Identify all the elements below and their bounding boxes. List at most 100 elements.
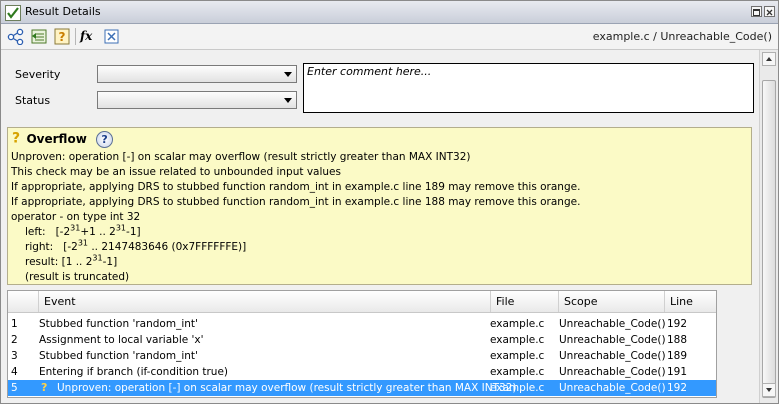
cell-line: 189 xyxy=(667,350,688,362)
status-dropdown[interactable] xyxy=(97,91,297,109)
table-row[interactable]: 2 Assignment to local variable 'x' examp… xyxy=(8,332,716,348)
cell-line: 191 xyxy=(667,366,688,378)
question-button[interactable]: ? xyxy=(53,28,71,45)
variable-icon xyxy=(104,29,119,44)
cell-num: 3 xyxy=(11,350,18,362)
table-row-selected[interactable]: 5 ? Unproven: operation [-] on scalar ma… xyxy=(8,380,716,396)
exponent: 31 xyxy=(92,253,103,263)
exponent: 31 xyxy=(115,223,127,233)
orange-check-icon: ? xyxy=(12,130,21,147)
title-bar: Result Details xyxy=(1,1,778,24)
cell-scope: Unreachable_Code() xyxy=(559,350,666,362)
range-part: -1] xyxy=(102,256,118,268)
table-header: Event File Scope Line xyxy=(8,291,716,313)
cell-scope: Unreachable_Code() xyxy=(559,334,666,346)
severity-label: Severity xyxy=(15,68,61,81)
table-row[interactable]: 4 Entering if branch (if-condition true)… xyxy=(8,364,716,380)
cell-file: example.c xyxy=(490,350,545,362)
cell-event: Entering if branch (if-condition true) xyxy=(39,366,228,378)
cell-file: example.c xyxy=(490,318,545,330)
checkmark-app-icon xyxy=(5,5,21,21)
cell-file: example.c xyxy=(490,366,545,378)
severity-dropdown[interactable] xyxy=(97,65,297,83)
cell-file: example.c xyxy=(490,382,545,394)
cell-num: 4 xyxy=(11,366,18,378)
fx-button[interactable]: fx xyxy=(80,28,98,45)
question-icon: ? xyxy=(54,28,70,45)
range-part: .. 2147483646 (0x7FFFFFFE)] xyxy=(88,241,247,253)
right-label: right: xyxy=(25,241,54,253)
left-label: left: xyxy=(25,226,46,238)
range-part: [-2 xyxy=(55,226,71,238)
cell-event: Assignment to local variable 'x' xyxy=(39,334,204,346)
check-message: Unproven: operation [-] on scalar may ov… xyxy=(11,150,580,285)
table-row[interactable]: 3 Stubbed function 'random_int' example.… xyxy=(8,348,716,364)
variable-button[interactable] xyxy=(103,28,121,45)
chevron-down-icon xyxy=(284,72,292,77)
status-label: Status xyxy=(15,94,51,107)
file-scope-path: example.c / Unreachable_Code() xyxy=(592,30,772,43)
cell-line: 192 xyxy=(667,318,688,330)
graph-button[interactable] xyxy=(7,28,25,46)
range-part: [1 .. 2 xyxy=(61,256,93,268)
chevron-down-icon xyxy=(284,98,292,103)
cell-num: 1 xyxy=(11,318,18,330)
left-operand-range: left: [-231+1 .. 231-1] xyxy=(11,223,580,240)
cell-event: Unproven: operation [-] on scalar may ov… xyxy=(57,382,517,394)
arrow-down-icon xyxy=(766,388,772,392)
check-details-panel: ? Overflow ? Unproven: operation [-] on … xyxy=(7,127,752,285)
column-header-file[interactable]: File xyxy=(490,291,558,312)
fx-icon: fx xyxy=(80,29,93,43)
scroll-down-button[interactable] xyxy=(762,383,776,397)
cell-scope: Unreachable_Code() xyxy=(559,366,666,378)
toolbar-separator xyxy=(75,28,76,45)
results-list-icon xyxy=(31,29,47,44)
column-header-line[interactable]: Line xyxy=(664,291,716,312)
column-header-event[interactable]: Event xyxy=(38,291,490,312)
cell-event: Stubbed function 'random_int' xyxy=(39,350,198,362)
cell-scope: Unreachable_Code() xyxy=(559,382,666,394)
exponent: 31 xyxy=(77,238,88,248)
result-range: result: [1 .. 231-1] xyxy=(11,253,580,270)
message-line: If appropriate, applying DRS to stubbed … xyxy=(11,181,581,193)
cell-event: Stubbed function 'random_int' xyxy=(39,318,198,330)
result-details-window: Result Details ? fx example.c / Unreacha… xyxy=(0,0,779,404)
message-line: This check may be an issue related to un… xyxy=(11,166,341,178)
range-part: [-2 xyxy=(63,241,78,253)
table-row[interactable]: 1 Stubbed function 'random_int' example.… xyxy=(8,316,716,332)
message-line: operator - on type int 32 xyxy=(11,211,141,223)
message-line: If appropriate, applying DRS to stubbed … xyxy=(11,196,581,208)
close-button[interactable] xyxy=(764,6,775,17)
scroll-up-button[interactable] xyxy=(762,52,776,66)
vertical-scrollbar[interactable] xyxy=(759,50,778,403)
undock-icon xyxy=(753,9,760,16)
cell-scope: Unreachable_Code() xyxy=(559,318,666,330)
exponent: 31 xyxy=(70,223,81,233)
orange-check-icon: ? xyxy=(41,381,48,394)
comment-field[interactable]: Enter comment here... xyxy=(303,63,754,113)
arrow-up-icon xyxy=(766,57,772,61)
event-table: Event File Scope Line 1 Stubbed function… xyxy=(7,290,717,398)
results-list-button[interactable] xyxy=(30,28,48,45)
message-line: Unproven: operation [-] on scalar may ov… xyxy=(11,151,471,163)
result-label: result: xyxy=(25,256,59,268)
cell-file: example.c xyxy=(490,334,545,346)
column-header-num[interactable] xyxy=(8,291,38,312)
scrollbar-thumb[interactable] xyxy=(762,80,776,398)
check-title: Overflow xyxy=(26,131,87,146)
undock-button[interactable] xyxy=(751,6,762,17)
help-icon[interactable]: ? xyxy=(96,131,114,148)
truncated-note: (result is truncated) xyxy=(25,271,130,283)
toolbar: ? fx example.c / Unreachable_Code() xyxy=(1,24,778,50)
close-icon xyxy=(766,9,773,16)
cell-line: 188 xyxy=(667,334,688,346)
range-part: +1 .. 2 xyxy=(80,226,116,238)
column-header-scope[interactable]: Scope xyxy=(558,291,664,312)
review-panel: Severity Status Enter comment here... xyxy=(2,50,759,122)
cell-num: 2 xyxy=(11,334,18,346)
range-part: -1] xyxy=(126,226,141,238)
window-title: Result Details xyxy=(25,5,101,18)
check-header: ? Overflow ? xyxy=(12,130,114,151)
cell-num: 5 xyxy=(11,382,18,394)
cell-line: 192 xyxy=(667,382,688,394)
